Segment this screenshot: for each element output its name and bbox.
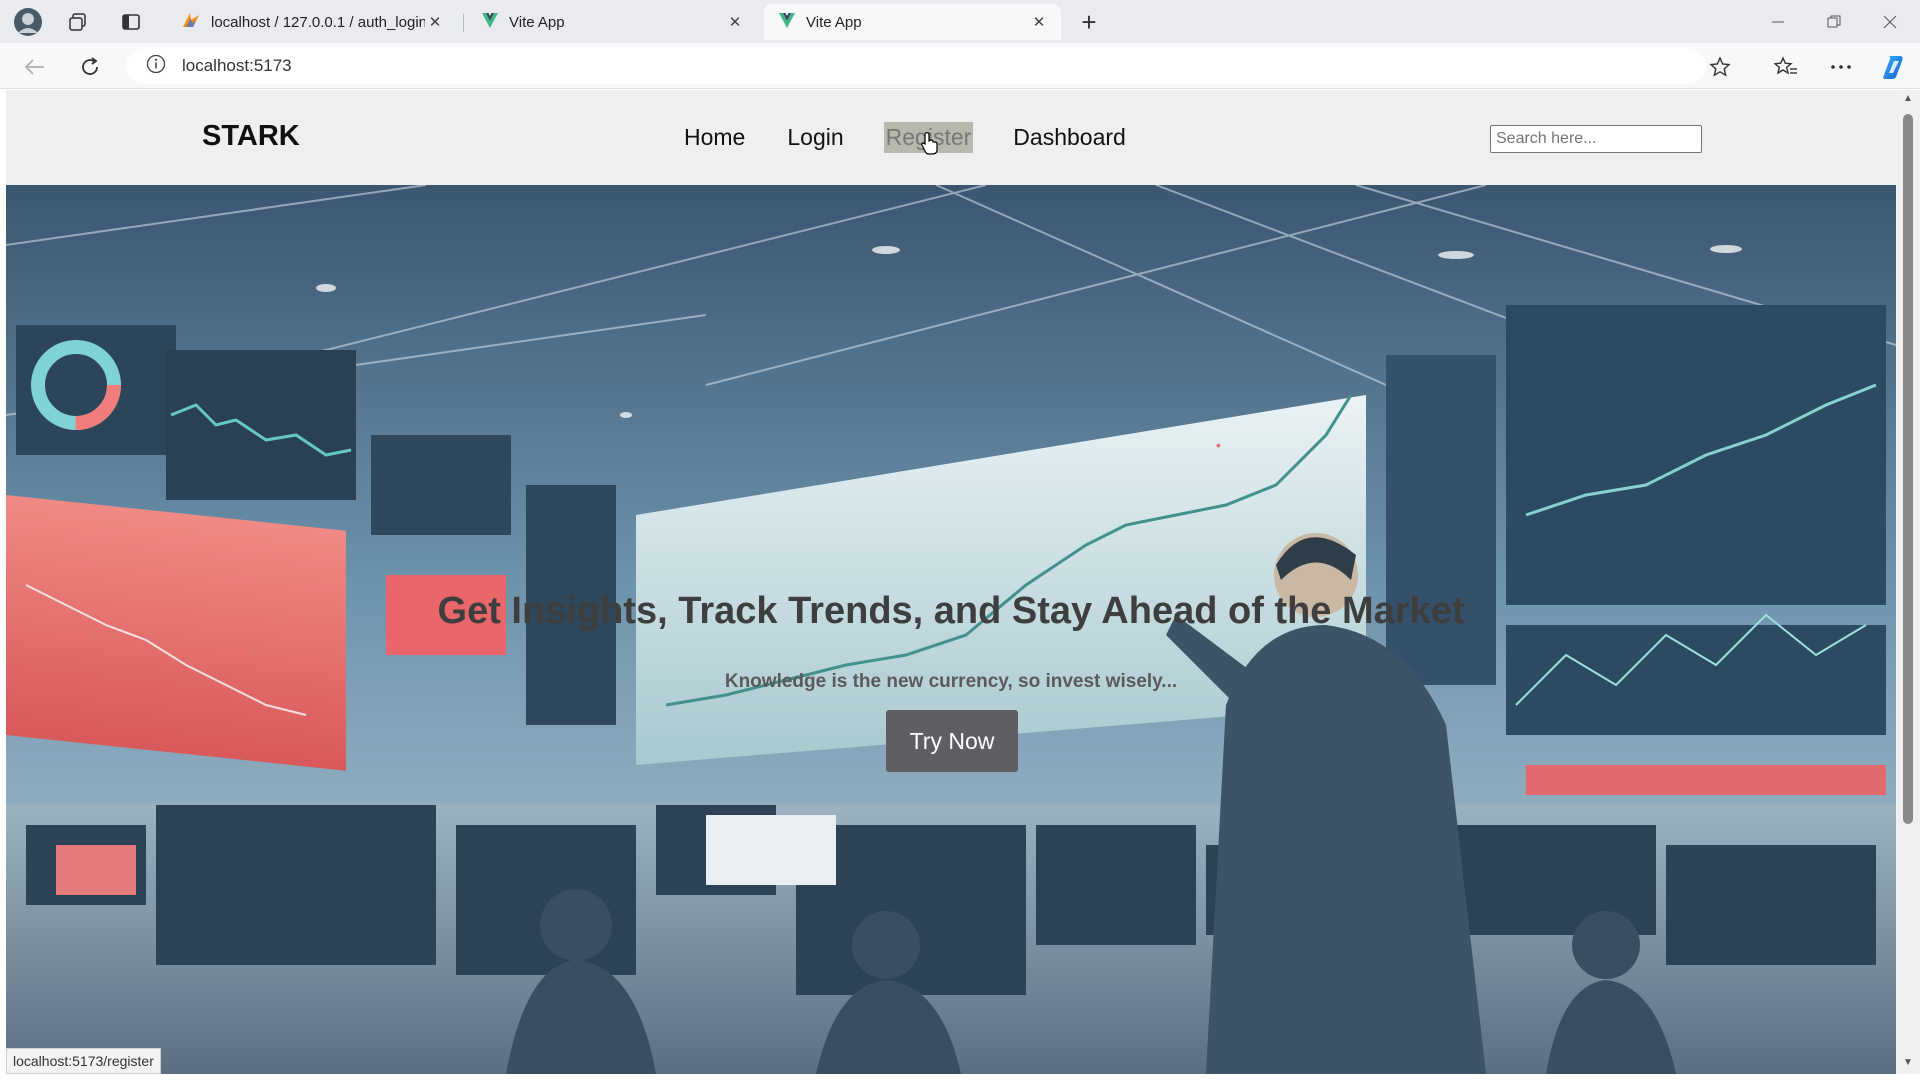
browser-tab-bar: localhost / 127.0.0.1 / auth_login ✕ Vit… xyxy=(0,0,1920,43)
tab-title: Vite App xyxy=(806,13,862,31)
hero-subtitle: Knowledge is the new currency, so invest… xyxy=(724,671,1178,692)
tab-vite-app-active[interactable]: Vite App ✕ xyxy=(764,4,1061,40)
close-window-icon[interactable] xyxy=(1867,4,1913,40)
link-status-preview: localhost:5173/register xyxy=(6,1048,161,1074)
workspaces-icon[interactable] xyxy=(62,6,94,38)
vite-icon xyxy=(778,11,796,33)
restore-icon[interactable] xyxy=(1811,4,1857,40)
url-field[interactable]: localhost:5173 xyxy=(126,48,1706,84)
scroll-thumb[interactable] xyxy=(1903,114,1913,824)
address-bar-row: localhost:5173 xyxy=(0,43,1920,89)
tab-phpmyadmin[interactable]: localhost / 127.0.0.1 / auth_login ✕ xyxy=(167,4,457,40)
tab-title: localhost / 127.0.0.1 / auth_login xyxy=(211,13,425,31)
scroll-down-icon[interactable]: ▼ xyxy=(1902,1058,1914,1068)
vite-icon xyxy=(481,11,499,33)
new-tab-plus-icon[interactable]: + xyxy=(1073,6,1105,38)
more-options-icon[interactable] xyxy=(1824,50,1858,84)
close-tab-icon[interactable]: ✕ xyxy=(1029,12,1049,32)
tab-title: Vite App xyxy=(509,13,565,31)
search-input[interactable] xyxy=(1490,125,1702,153)
try-now-button[interactable]: Try Now xyxy=(886,710,1018,772)
vertical-tabs-icon[interactable] xyxy=(115,6,147,38)
hero-title: Get Insights, Track Trends, and Stay Ahe… xyxy=(437,590,1465,632)
site-info-icon[interactable] xyxy=(146,54,166,79)
tab-separator xyxy=(463,14,464,32)
profile-avatar[interactable] xyxy=(12,6,44,38)
brand-logo[interactable]: STARK xyxy=(202,120,300,153)
tab-vite-app-1[interactable]: Vite App ✕ xyxy=(467,4,757,40)
nav-link-login[interactable]: Login xyxy=(785,122,845,153)
favorite-star-icon[interactable] xyxy=(1703,50,1737,84)
nav-link-home[interactable]: Home xyxy=(682,122,747,153)
scroll-up-icon[interactable]: ▲ xyxy=(1902,94,1914,104)
url-text: localhost:5173 xyxy=(182,56,292,75)
page-scrollbar[interactable]: ▲ ▼ xyxy=(1896,90,1920,1074)
mouse-cursor-icon xyxy=(920,131,938,160)
svg-text:•: • xyxy=(1216,437,1221,453)
hero-section: • Get Insights, Track Trends, and Stay A… xyxy=(6,185,1896,1074)
copilot-icon[interactable] xyxy=(1877,50,1911,84)
back-arrow-icon[interactable] xyxy=(18,50,52,84)
page-viewport: STARK Home Login Register Dashboard xyxy=(6,90,1896,1074)
reload-icon[interactable] xyxy=(73,50,107,84)
phpmyadmin-icon xyxy=(181,11,201,33)
close-tab-icon[interactable]: ✕ xyxy=(425,12,445,32)
nav-link-dashboard[interactable]: Dashboard xyxy=(1011,122,1128,153)
close-tab-icon[interactable]: ✕ xyxy=(725,12,745,32)
site-navbar: STARK Home Login Register Dashboard xyxy=(6,90,1896,185)
minimize-icon[interactable] xyxy=(1755,4,1801,40)
favorites-list-icon[interactable] xyxy=(1769,50,1803,84)
